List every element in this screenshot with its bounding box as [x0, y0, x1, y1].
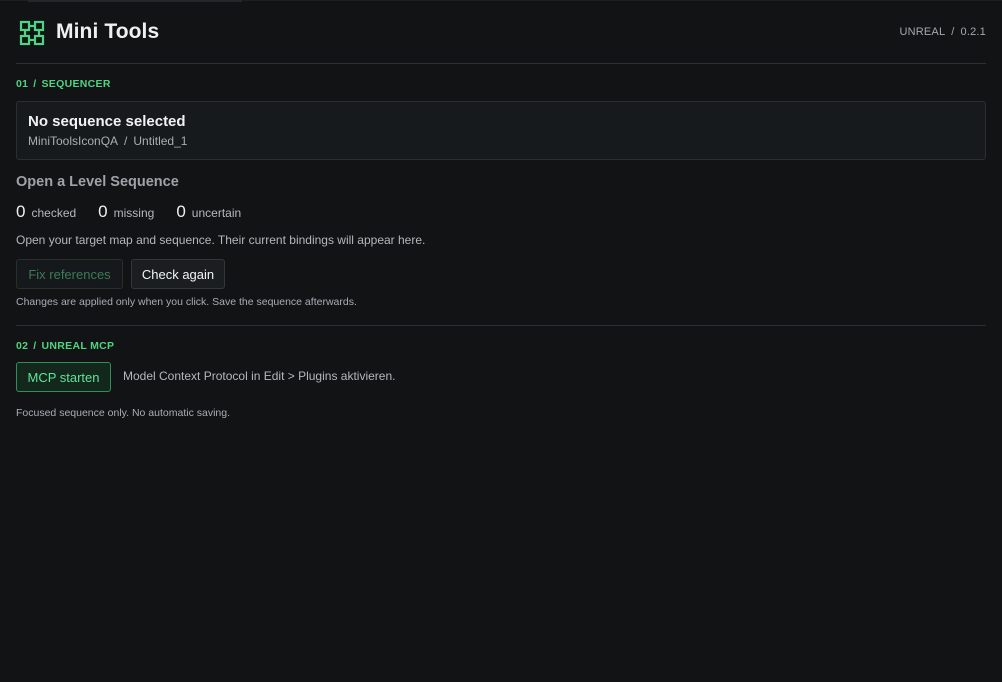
footer-note: Focused sequence only. No automatic savi… [16, 407, 231, 419]
stat-label: missing [113, 206, 155, 220]
stat-missing: 0 missing [98, 202, 154, 222]
path-separator: / [124, 134, 128, 148]
sequence-title: No sequence selected [28, 113, 186, 130]
mcp-start-button[interactable]: MCP starten [16, 362, 111, 392]
stat-uncertain: 0 uncertain [176, 202, 241, 222]
check-again-button[interactable]: Check again [131, 259, 225, 289]
section-number: 01 [16, 78, 29, 90]
section-number: 02 [16, 340, 29, 352]
section-divider [16, 325, 986, 326]
level-sequence-heading: Open a Level Sequence [16, 174, 179, 190]
app-header: Mini Tools UNREAL / 0.2.1 [16, 18, 986, 48]
header-divider [16, 63, 986, 64]
stat-value: 0 [16, 202, 26, 221]
section-title: UNREAL MCP [41, 340, 115, 352]
project-name: MiniToolsIconQA [28, 134, 119, 148]
app-title: Mini Tools [56, 20, 160, 43]
section-title: SEQUENCER [41, 78, 111, 90]
level-help-text: Open your target map and sequence. Their… [16, 233, 426, 247]
asset-name: Untitled_1 [133, 134, 188, 148]
section-separator: / [33, 340, 37, 352]
binding-stats: 0 checked 0 missing 0 uncertain [16, 202, 263, 222]
version-separator: / [951, 26, 955, 38]
engine-name: UNREAL [899, 26, 946, 38]
stat-value: 0 [98, 202, 108, 221]
version-number: 0.2.1 [960, 26, 986, 38]
section-label-mcp: 02 / UNREAL MCP [16, 340, 114, 352]
apply-note: Changes are applied only when you click.… [16, 296, 357, 308]
version-info: UNREAL / 0.2.1 [899, 26, 986, 38]
fix-references-button[interactable]: Fix references [16, 259, 123, 289]
node-graph-icon [19, 20, 45, 46]
stat-checked: 0 checked [16, 202, 76, 222]
mcp-hint: Model Context Protocol in Edit > Plugins… [123, 369, 396, 383]
sequence-path: MiniToolsIconQA / Untitled_1 [28, 134, 187, 148]
stat-label: checked [31, 206, 77, 220]
section-label-sequencer: 01 / SEQUENCER [16, 78, 111, 90]
sequence-card: No sequence selected MiniToolsIconQA / Unt… [16, 101, 986, 160]
section-separator: / [33, 78, 37, 90]
stat-label: uncertain [191, 206, 242, 220]
stat-value: 0 [176, 202, 186, 221]
window-top-highlight [28, 0, 242, 2]
